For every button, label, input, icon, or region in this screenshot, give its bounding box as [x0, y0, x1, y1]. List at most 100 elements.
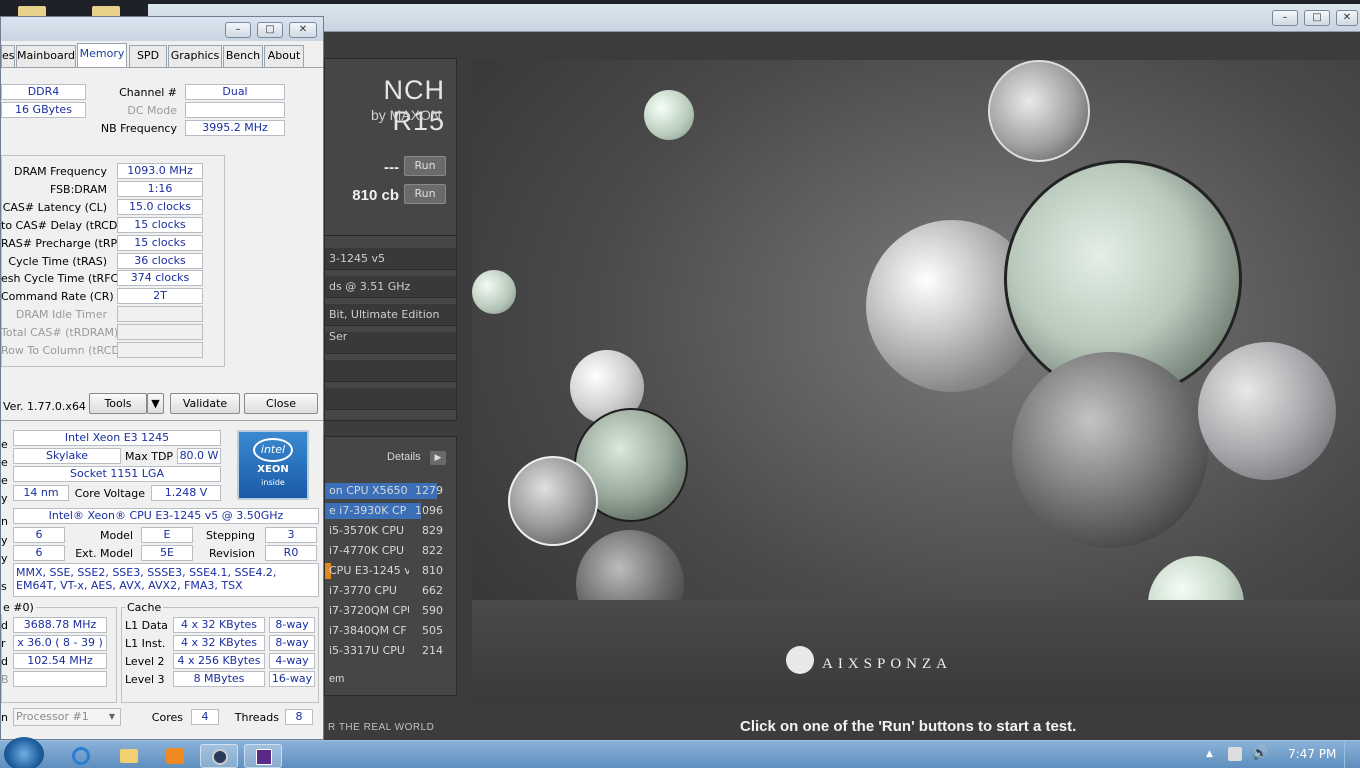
tab-graphics[interactable]: Graphics: [168, 45, 222, 67]
timing-row: RAS# Precharge (tRP) 15 clocks: [1, 234, 225, 252]
cpuz-window: – □ ✕ es Mainboard Memory SPD Graphics B…: [0, 16, 324, 740]
timing-row: DRAM Idle Timer: [1, 306, 225, 323]
close-button[interactable]: Close: [244, 393, 318, 414]
tab-mainboard[interactable]: Mainboard: [16, 45, 76, 67]
stepping-field: 3: [265, 527, 317, 543]
threads-field: 8: [285, 709, 313, 725]
tab-bench[interactable]: Bench: [223, 45, 263, 67]
nb-frequency-field: 3995.2 MHz: [185, 120, 285, 136]
dc-mode-field: [185, 102, 285, 118]
system-info-row: ds @ 3.51 GHz: [325, 276, 456, 298]
minimize-icon[interactable]: –: [1272, 10, 1298, 26]
timing-label: to CAS# Delay (tRCD): [1, 218, 122, 232]
silver-sphere-image: [1012, 352, 1208, 548]
cache-size-field: 8 MBytes: [173, 671, 265, 687]
ranking-row[interactable]: i5-3570K CPU 829: [325, 521, 447, 541]
floor-image: [472, 600, 1360, 702]
aixsponza-logo-text: AIXSPONZA: [822, 656, 953, 672]
explorer-folder-icon[interactable]: [110, 744, 148, 768]
tools-button[interactable]: Tools: [89, 393, 147, 414]
internet-explorer-icon[interactable]: [62, 744, 100, 768]
show-hidden-icons-icon[interactable]: ▲: [1206, 749, 1213, 759]
model-label: Model: [99, 529, 133, 542]
ranking-row[interactable]: i7-3770 CPU 662: [325, 581, 447, 601]
cache-size-field: 4 x 256 KBytes: [173, 653, 265, 669]
ranking-panel: Details ▶ on CPU X5650 1279 e i7-3930K CP 1…: [324, 436, 457, 696]
ranking-row[interactable]: CPU E3-1245 v 810: [325, 561, 447, 581]
cinebench-taskbar-icon[interactable]: [200, 744, 238, 768]
ranking-score: 829: [422, 524, 443, 537]
intel-line: XEON: [257, 464, 289, 475]
ranking-row[interactable]: i5-3317U CPU 214: [325, 641, 447, 661]
codename-label: e: [1, 456, 8, 469]
ranking-cpu-name: on CPU X5650: [329, 484, 408, 497]
start-button-icon[interactable]: [4, 737, 44, 768]
system-info-panel: 3-1245 v5 ds @ 3.51 GHz Bit, Ultimate Ed…: [324, 235, 457, 421]
close-icon[interactable]: ✕: [289, 22, 317, 38]
ext-family-field: 6: [13, 545, 65, 561]
minimize-icon[interactable]: –: [225, 22, 251, 38]
system-info-row: [325, 360, 456, 382]
memory-type-field: DDR4: [1, 84, 86, 100]
tab-spd[interactable]: SPD: [129, 45, 167, 67]
network-icon[interactable]: [1228, 747, 1242, 761]
tab-about[interactable]: About: [264, 45, 304, 67]
volume-icon[interactable]: 🔊: [1252, 746, 1268, 761]
close-icon[interactable]: ✕: [1336, 10, 1358, 26]
revision-label: Revision: [209, 547, 255, 560]
cpuz-taskbar-icon[interactable]: [244, 744, 282, 768]
cores-field: 4: [191, 709, 219, 725]
timing-value: 15 clocks: [117, 216, 203, 233]
timing-value: [117, 306, 203, 323]
timing-label: Cycle Time (tRAS): [8, 254, 107, 268]
media-player-icon[interactable]: [156, 744, 194, 768]
validate-button[interactable]: Validate: [170, 393, 240, 414]
run-cpu-button[interactable]: Run: [404, 184, 446, 204]
ext-model-field: 5E: [141, 545, 193, 561]
clock[interactable]: 7:47 PM: [1288, 747, 1336, 761]
tab-divider: [1, 67, 323, 68]
details-arrow-icon[interactable]: ▶: [430, 451, 446, 465]
ranking-row[interactable]: i7-3720QM CPU 590: [325, 601, 447, 621]
run-opengl-button[interactable]: Run: [404, 156, 446, 176]
timing-value: 1093.0 MHz: [117, 163, 203, 179]
system-info-row: 3-1245 v5: [325, 248, 456, 270]
core-voltage-field: 1.248 V: [151, 485, 221, 501]
timing-row: FSB:DRAM 1:16: [1, 180, 225, 198]
ranking-row[interactable]: on CPU X5650 1279: [325, 481, 447, 501]
clocks-group-label: e #0): [1, 601, 36, 614]
maximize-icon[interactable]: □: [257, 22, 283, 38]
timing-label: Command Rate (CR): [1, 290, 114, 304]
ranking-row[interactable]: i7-3840QM CF 505: [325, 621, 447, 641]
rated-fsb-field: [13, 671, 107, 687]
show-desktop-button[interactable]: [1344, 741, 1360, 768]
cache-level-label: Level 3: [125, 673, 165, 686]
tools-dropdown-icon[interactable]: ▼: [147, 393, 164, 414]
cache-level-label: Level 2: [125, 655, 165, 668]
ranking-score: 1096: [415, 504, 443, 517]
maximize-icon[interactable]: □: [1304, 10, 1330, 26]
grey-sphere-image: [1198, 342, 1336, 480]
tab-cpu[interactable]: es: [1, 45, 15, 67]
chevron-down-icon[interactable]: ▼: [105, 710, 119, 724]
dc-mode-label: DC Mode: [127, 104, 177, 117]
timing-value: 36 clocks: [117, 252, 203, 269]
core-speed-label: d: [1, 619, 8, 632]
bus-speed-field: 102.54 MHz: [13, 653, 107, 669]
ext-family-label: y: [1, 552, 8, 565]
core-voltage-label: Core Voltage: [74, 487, 145, 500]
timing-label: CAS# Latency (CL): [2, 200, 107, 214]
timing-value: [117, 342, 203, 358]
tab-memory[interactable]: Memory: [77, 43, 127, 67]
timing-value: 15 clocks: [117, 234, 203, 251]
multiplier-field: x 36.0 ( 8 - 39 ): [13, 635, 107, 651]
ranking-row[interactable]: i7-4770K CPU 822: [325, 541, 447, 561]
timing-label: esh Cycle Time (tRFC): [1, 272, 123, 286]
filigree-sphere-image: [508, 456, 598, 546]
package-label: e: [1, 474, 8, 487]
instructions-field: MMX, SSE, SSE2, SSE3, SSSE3, SSE4.1, SSE…: [13, 563, 319, 597]
ranking-cpu-name: i5-3317U CPU: [329, 644, 405, 657]
specification-label: n: [1, 515, 8, 528]
ranking-row[interactable]: e i7-3930K CP 1096: [325, 501, 447, 521]
technology-field: 14 nm: [13, 485, 69, 501]
